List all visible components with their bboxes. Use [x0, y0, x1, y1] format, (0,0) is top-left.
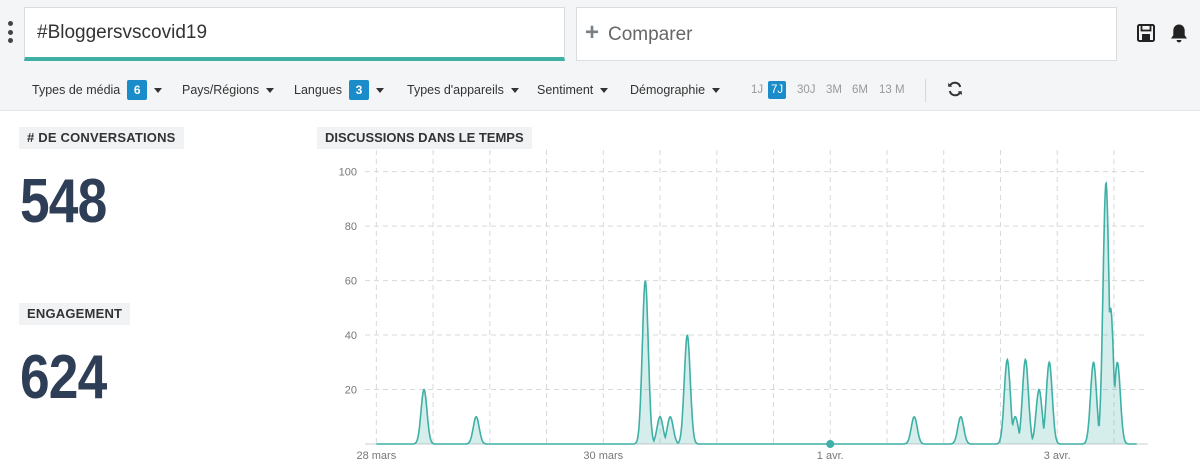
caret-down-icon — [266, 87, 275, 93]
period-30j[interactable]: 30J — [794, 81, 819, 99]
more-options-icon[interactable] — [5, 21, 15, 47]
conversations-label: # DE CONVERSATIONS — [19, 127, 184, 149]
caret-down-icon — [375, 87, 384, 93]
filter-label: Sentiment — [537, 83, 594, 97]
y-tick-label: 80 — [345, 221, 357, 233]
filter-label: Pays/Régions — [182, 83, 260, 97]
period-13m[interactable]: 13 M — [876, 81, 908, 99]
y-tick-label: 100 — [339, 167, 357, 179]
discussions-chart: 20 40 60 80 100 28 mars 30 mars 1 avr. 3 avr. — [339, 150, 1148, 462]
y-tick-label: 60 — [345, 276, 357, 288]
filter-label: Démographie — [630, 83, 706, 97]
filter-languages[interactable]: Langues 3 — [294, 79, 384, 101]
period-1j[interactable]: 1J — [748, 81, 766, 99]
filter-count-badge: 3 — [348, 80, 369, 100]
filter-bar: Types de média 6 Pays/Régions Langues 3 … — [0, 70, 1200, 111]
caret-down-icon — [712, 87, 721, 93]
x-tick-label: 30 mars — [583, 450, 623, 462]
x-tick-label: 28 mars — [356, 450, 396, 462]
filter-label: Types d'appareils — [407, 83, 504, 97]
y-tick-label: 20 — [345, 385, 357, 397]
x-tick-label: 1 avr. — [817, 450, 844, 462]
period-6m[interactable]: 6M — [849, 81, 871, 99]
period-3m[interactable]: 3M — [823, 81, 845, 99]
divider — [925, 79, 926, 102]
bell-icon[interactable] — [1168, 22, 1190, 44]
x-tick-label: 3 avr. — [1044, 450, 1071, 462]
filter-label: Langues — [294, 83, 342, 97]
conversations-value: 548 — [20, 167, 107, 236]
query-text: #Bloggersvscovid19 — [37, 22, 208, 43]
period-7j[interactable]: 7J — [768, 81, 787, 99]
filter-count-badge: 6 — [127, 80, 148, 100]
compare-button[interactable]: + Comparer — [576, 7, 1117, 61]
series-area-fill — [376, 183, 1137, 445]
engagement-label: ENGAGEMENT — [19, 303, 131, 325]
caret-down-icon — [510, 87, 519, 93]
y-tick-label: 40 — [345, 330, 357, 342]
caret-down-icon — [600, 87, 609, 93]
search-header: #Bloggersvscovid19 + Comparer — [0, 0, 1200, 70]
save-icon[interactable] — [1135, 22, 1157, 44]
filter-device-types[interactable]: Types d'appareils — [407, 79, 519, 101]
engagement-value: 624 — [20, 343, 107, 412]
query-input[interactable]: #Bloggersvscovid19 — [24, 7, 565, 61]
compare-label: Comparer — [608, 24, 693, 45]
filter-label: Types de média — [32, 83, 121, 97]
hover-marker — [826, 440, 835, 448]
chart-title: DISCUSSIONS DANS LE TEMPS — [317, 127, 532, 149]
filter-demographics[interactable]: Démographie — [630, 79, 721, 101]
filter-media-types[interactable]: Types de média 6 — [32, 79, 163, 101]
filter-countries[interactable]: Pays/Régions — [182, 79, 275, 101]
plus-icon: + — [585, 19, 600, 46]
filter-sentiment[interactable]: Sentiment — [537, 79, 609, 101]
caret-down-icon — [154, 87, 163, 93]
refresh-icon[interactable] — [946, 80, 964, 98]
